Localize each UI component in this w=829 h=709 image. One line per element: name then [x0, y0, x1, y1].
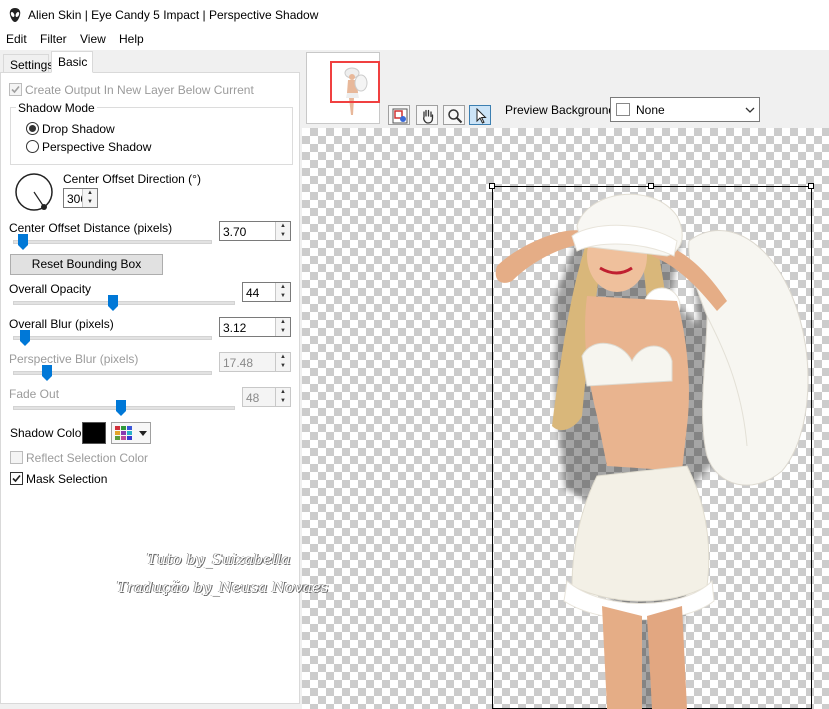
overall-blur-input[interactable]: 3.12 ▲ ▼ — [219, 317, 291, 337]
fade-out-spinner-arrows[interactable]: ▲ ▼ — [275, 388, 290, 406]
navigator-view-rect[interactable] — [330, 61, 380, 103]
navigate-tool-button[interactable] — [388, 105, 410, 125]
shadow-color-swatch[interactable] — [82, 422, 106, 444]
perspective-blur-label: Perspective Blur (pixels) — [9, 352, 139, 366]
drop-shadow-label: Drop Shadow — [42, 122, 115, 136]
dropdown-arrow-icon — [139, 431, 147, 436]
pointer-icon — [476, 108, 487, 124]
menu-edit[interactable]: Edit — [6, 32, 27, 46]
preview-canvas[interactable]: Tuto by_Suizabella Tradução by_Neusa Nov… — [117, 128, 829, 709]
drop-shadow-radio[interactable] — [26, 122, 39, 135]
menu-help[interactable]: Help — [119, 32, 144, 46]
overall-blur-value: 3.12 — [223, 321, 247, 335]
menu-bar: Edit Filter View Help — [0, 30, 829, 50]
blur-spinner-arrows[interactable]: ▲ ▼ — [275, 318, 290, 336]
perspective-blur-spinner-arrows[interactable]: ▲ ▼ — [275, 353, 290, 371]
preview-background-select[interactable]: None — [610, 97, 760, 122]
create-output-label: Create Output In New Layer Below Current — [25, 83, 254, 97]
chevron-down-icon — [745, 107, 755, 113]
zoom-tool-button[interactable] — [443, 105, 465, 125]
none-swatch-icon — [616, 103, 630, 116]
hand-icon — [423, 109, 434, 124]
menu-view[interactable]: View — [80, 32, 106, 46]
center-offset-distance-label: Center Offset Distance (pixels) — [9, 221, 173, 235]
fade-out-slider[interactable] — [116, 400, 126, 416]
center-offset-direction-input[interactable]: 306 ▲ ▼ — [63, 188, 98, 208]
overall-blur-track — [13, 336, 212, 340]
overall-opacity-input[interactable]: 44 ▲ ▼ — [242, 282, 291, 302]
shadow-mode-group — [10, 107, 293, 165]
overall-blur-label: Overall Blur (pixels) — [9, 317, 114, 331]
direction-dial[interactable] — [14, 172, 56, 214]
mask-selection-label: Mask Selection — [26, 472, 108, 486]
perspective-blur-slider[interactable] — [42, 365, 52, 381]
pointer-tool-button[interactable] — [469, 105, 491, 125]
watermark-line-1: Tuto by_Suizabella — [147, 550, 291, 568]
fade-out-label: Fade Out — [9, 387, 60, 401]
color-grid-icon — [115, 426, 132, 440]
overall-blur-slider[interactable] — [20, 330, 30, 346]
preview-background-value: None — [636, 103, 665, 117]
perspective-blur-value: 17.48 — [223, 356, 254, 370]
menu-filter[interactable]: Filter — [40, 32, 67, 46]
perspective-shadow-label: Perspective Shadow — [42, 140, 152, 154]
fade-out-input[interactable]: 48 ▲ ▼ — [242, 387, 291, 407]
reflect-selection-checkbox[interactable] — [10, 451, 23, 464]
preview-figure-image — [495, 193, 809, 709]
create-output-checkbox[interactable] — [9, 83, 22, 96]
direction-spinner-arrows[interactable]: ▲ ▼ — [82, 189, 97, 207]
center-offset-distance-slider[interactable] — [18, 234, 28, 250]
watermark-line-2: Tradução by_Neusa Novaes — [117, 578, 329, 596]
preview-background-label: Preview Background: — [505, 103, 619, 117]
tab-basic[interactable]: Basic — [51, 51, 93, 73]
center-offset-distance-input[interactable]: 3.70 ▲ ▼ — [219, 221, 291, 241]
center-offset-direction-label: Center Offset Direction (°) — [63, 172, 201, 186]
overall-opacity-slider[interactable] — [108, 295, 118, 311]
reset-bounding-box-button[interactable]: Reset Bounding Box — [10, 254, 163, 275]
zoom-icon — [448, 109, 463, 124]
center-offset-distance-track — [13, 240, 212, 244]
mask-selection-checkbox[interactable] — [10, 472, 23, 485]
overall-opacity-label: Overall Opacity — [9, 282, 92, 296]
overall-opacity-track — [13, 301, 235, 305]
alien-skin-logo-icon — [9, 8, 21, 22]
color-palette-button[interactable] — [111, 422, 151, 444]
center-offset-distance-value: 3.70 — [223, 225, 247, 239]
window-title: Alien Skin | Eye Candy 5 Impact | Perspe… — [28, 8, 319, 22]
shadow-mode-label: Shadow Mode — [16, 101, 97, 115]
hand-tool-button[interactable] — [416, 105, 438, 125]
overall-opacity-value: 44 — [246, 286, 260, 300]
navigate-icon — [392, 108, 408, 124]
perspective-shadow-radio[interactable] — [26, 140, 39, 153]
fade-out-value: 48 — [246, 391, 260, 405]
distance-spinner-arrows[interactable]: ▲ ▼ — [275, 222, 290, 240]
title-bar: Alien Skin | Eye Candy 5 Impact | Perspe… — [0, 0, 829, 30]
opacity-spinner-arrows[interactable]: ▲ ▼ — [275, 283, 290, 301]
shadow-color-label: Shadow Color — [10, 426, 86, 440]
reflect-selection-label: Reflect Selection Color — [26, 451, 149, 465]
tab-settings[interactable]: Settings — [3, 54, 53, 73]
perspective-blur-input[interactable]: 17.48 ▲ ▼ — [219, 352, 291, 372]
